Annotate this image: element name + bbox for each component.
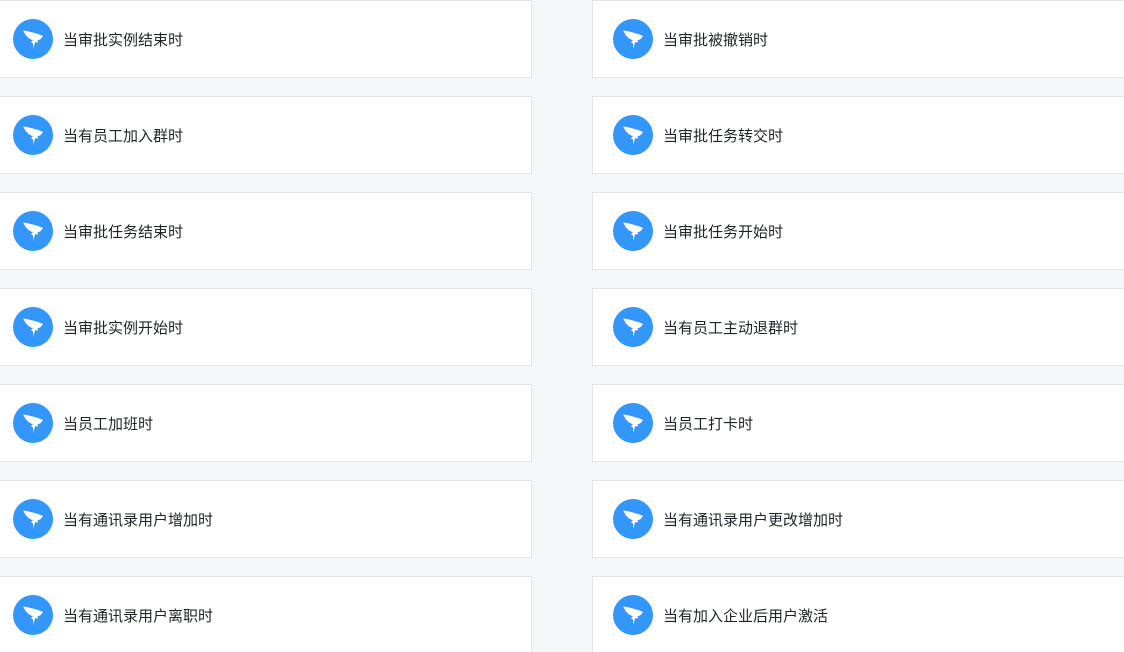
- trigger-label: 当有加入企业后用户激活: [663, 606, 829, 625]
- dingtalk-icon: [13, 115, 53, 155]
- trigger-card-approval-revoked[interactable]: 当审批被撤销时: [592, 0, 1124, 78]
- dingtalk-icon: [613, 115, 653, 155]
- trigger-label: 当审批任务转交时: [663, 126, 784, 145]
- trigger-label: 当审批任务结束时: [63, 222, 184, 241]
- trigger-label: 当有通讯录用户更改增加时: [663, 510, 844, 529]
- trigger-card-member-join-group[interactable]: 当有员工加入群时: [0, 96, 532, 174]
- dingtalk-icon: [613, 211, 653, 251]
- dingtalk-icon: [13, 403, 53, 443]
- trigger-label: 当有通讯录用户离职时: [63, 606, 214, 625]
- trigger-label: 当审批任务开始时: [663, 222, 784, 241]
- dingtalk-icon: [613, 595, 653, 635]
- trigger-card-contact-user-resigned[interactable]: 当有通讯录用户离职时: [0, 576, 532, 652]
- trigger-card-contact-user-changed[interactable]: 当有通讯录用户更改增加时: [592, 480, 1124, 558]
- trigger-card-contact-user-added[interactable]: 当有通讯录用户增加时: [0, 480, 532, 558]
- dingtalk-icon: [613, 403, 653, 443]
- trigger-card-employee-overtime[interactable]: 当员工加班时: [0, 384, 532, 462]
- dingtalk-icon: [13, 19, 53, 59]
- trigger-label: 当审批被撤销时: [663, 30, 769, 49]
- trigger-card-employee-clock-in[interactable]: 当员工打卡时: [592, 384, 1124, 462]
- trigger-label: 当有通讯录用户增加时: [63, 510, 214, 529]
- trigger-card-approval-instance-start[interactable]: 当审批实例开始时: [0, 288, 532, 366]
- dingtalk-icon: [613, 19, 653, 59]
- trigger-card-user-activated[interactable]: 当有加入企业后用户激活: [592, 576, 1124, 652]
- dingtalk-icon: [13, 595, 53, 635]
- trigger-card-member-leave-group[interactable]: 当有员工主动退群时: [592, 288, 1124, 366]
- trigger-label: 当有员工加入群时: [63, 126, 184, 145]
- trigger-card-approval-task-end[interactable]: 当审批任务结束时: [0, 192, 532, 270]
- trigger-grid: 当审批实例结束时 当有员工加入群时 当审批任务结束时 当审批实例开始时 当员工加…: [0, 0, 1124, 652]
- dingtalk-icon: [13, 211, 53, 251]
- trigger-label: 当员工打卡时: [663, 414, 754, 433]
- trigger-card-approval-task-transferred[interactable]: 当审批任务转交时: [592, 96, 1124, 174]
- dingtalk-icon: [613, 499, 653, 539]
- dingtalk-icon: [13, 307, 53, 347]
- trigger-label: 当员工加班时: [63, 414, 154, 433]
- trigger-label: 当审批实例开始时: [63, 318, 184, 337]
- dingtalk-icon: [13, 499, 53, 539]
- dingtalk-icon: [613, 307, 653, 347]
- trigger-card-approval-instance-end[interactable]: 当审批实例结束时: [0, 0, 532, 78]
- trigger-card-approval-task-start[interactable]: 当审批任务开始时: [592, 192, 1124, 270]
- trigger-label: 当有员工主动退群时: [663, 318, 799, 337]
- trigger-label: 当审批实例结束时: [63, 30, 184, 49]
